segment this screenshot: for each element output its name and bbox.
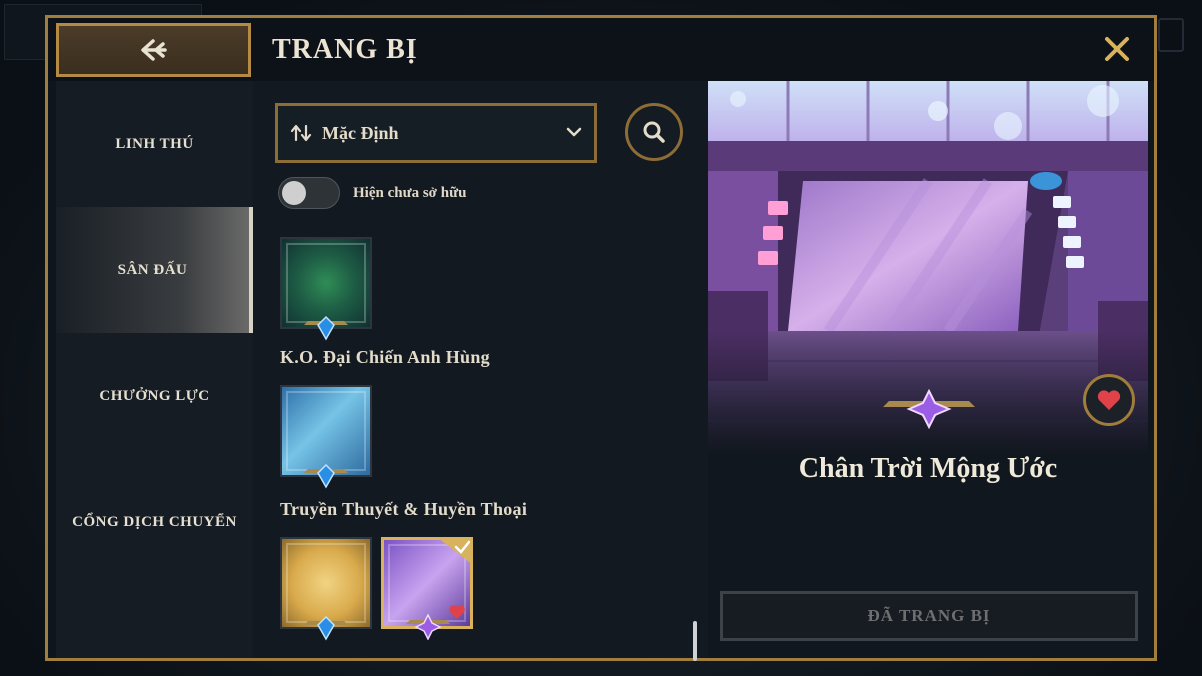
back-button[interactable] [56, 23, 251, 77]
arena-preview-panel: Chân Trời Mộng Ước ĐÃ TRANG BỊ [708, 81, 1154, 658]
favorite-button[interactable] [1083, 374, 1135, 426]
background-phone-icon [1158, 18, 1184, 52]
heart-icon [449, 605, 465, 619]
close-icon [1105, 37, 1129, 61]
arena-list-panel: Mặc Định Hiện chưa sở hữu K.O. Đại Chiến… [253, 81, 708, 661]
card-frame [286, 543, 366, 623]
equipment-modal: TRANG BỊ LINH THÚ SÂN ĐẤU CHƯỞNG LỰC CỔN… [45, 15, 1157, 661]
arena-card-gold[interactable] [280, 537, 372, 641]
chevron-down-icon [566, 127, 582, 137]
arena-card-green[interactable] [280, 237, 372, 341]
card-frame [286, 391, 366, 471]
collection-title: Truyền Thuyết & Huyền Thoại [280, 499, 528, 519]
sidebar-item-label: CHƯỞNG LỰC [99, 387, 210, 404]
sidebar-item-label: CỔNG DỊCH CHUYỂN [72, 513, 237, 530]
card-frame [286, 243, 366, 323]
show-unowned-toggle[interactable] [278, 177, 340, 209]
rarity-gem-blue-icon [304, 315, 348, 341]
sidebar-item-label: LINH THÚ [115, 135, 194, 152]
collection-title: K.O. Đại Chiến Anh Hùng [280, 347, 490, 367]
sidebar-item-arenas[interactable]: SÂN ĐẤU [56, 207, 253, 333]
modal-header: TRANG BỊ [48, 18, 1154, 81]
arena-card-purple-selected[interactable] [381, 537, 473, 640]
show-unowned-label: Hiện chưa sở hữu [353, 185, 467, 201]
search-button[interactable] [625, 103, 683, 161]
list-scrollbar[interactable] [693, 621, 697, 661]
sidebar-item-label: SÂN ĐẤU [117, 261, 188, 278]
equipped-check-icon [437, 537, 473, 565]
page-title: TRANG BỊ [272, 34, 418, 65]
rarity-gem-blue-icon [304, 463, 348, 489]
sort-value: Mặc Định [322, 122, 399, 143]
sidebar-item-portals[interactable]: CỔNG DỊCH CHUYỂN [56, 459, 253, 585]
sidebar-item-booms[interactable]: CHƯỞNG LỰC [56, 333, 253, 459]
back-arrow-icon [140, 39, 167, 61]
arena-name: Chân Trời Mộng Ước [798, 453, 1058, 484]
sort-dropdown[interactable]: Mặc Định [275, 103, 597, 163]
search-icon [643, 121, 665, 143]
rarity-gem-purple-icon [883, 389, 975, 429]
rarity-gem-purple-icon [406, 614, 450, 640]
close-button[interactable] [1100, 32, 1134, 66]
toggle-knob [282, 181, 306, 205]
sort-arrows-icon [290, 124, 312, 142]
sidebar-item-pets[interactable]: LINH THÚ [56, 81, 253, 207]
arena-card-blue[interactable] [280, 385, 372, 489]
rarity-gem-blue-icon [304, 615, 348, 641]
equipped-button[interactable]: ĐÃ TRANG BỊ [720, 591, 1138, 641]
heart-icon [1097, 390, 1121, 410]
category-sidebar: LINH THÚ SÂN ĐẤU CHƯỞNG LỰC CỔNG DỊCH CH… [56, 81, 253, 658]
